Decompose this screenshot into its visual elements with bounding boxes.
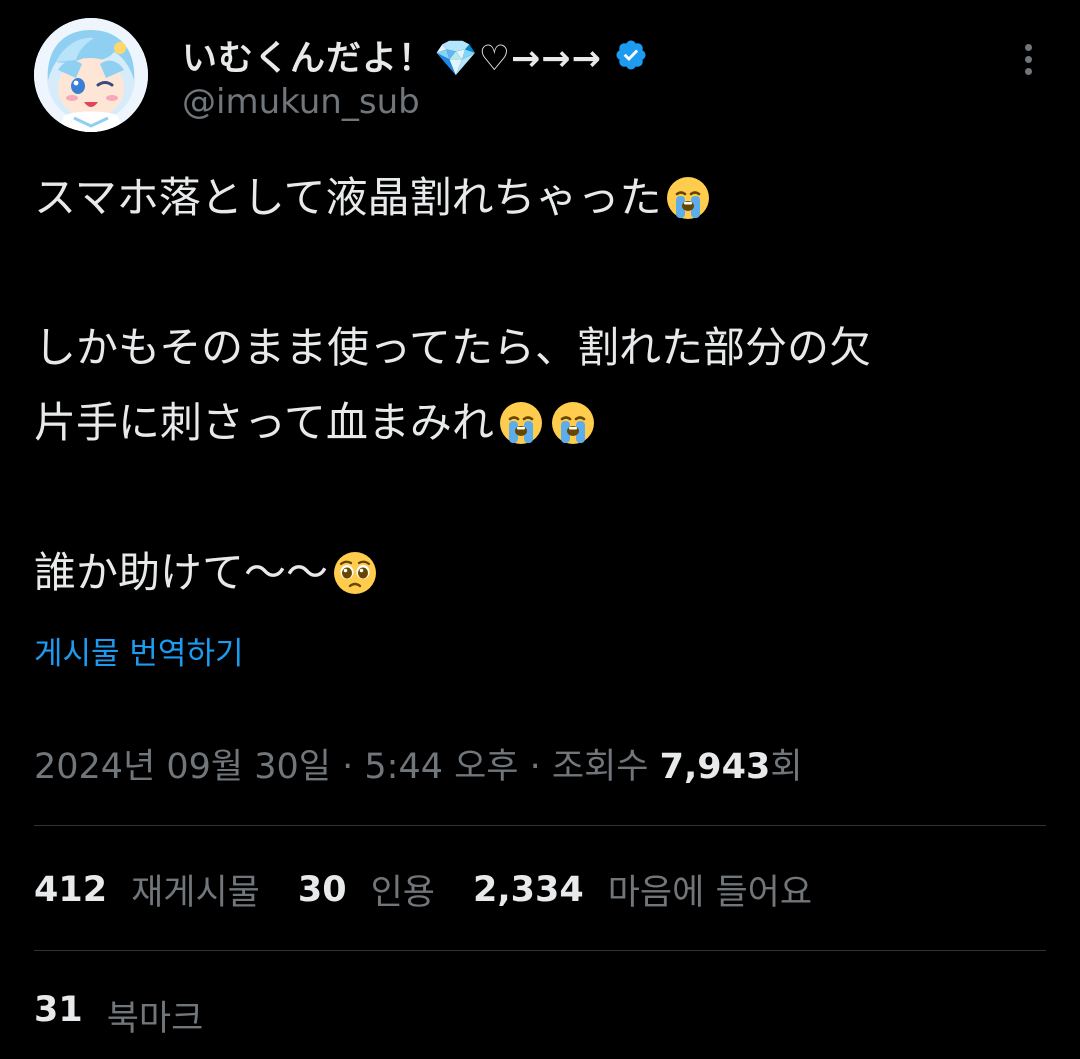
meta-separator: · [331,747,365,787]
reposts-stat[interactable]: 412 재게시물 [34,864,260,915]
crying-face-emoji-icon [663,173,713,223]
crying-face-emoji-icon [548,398,598,448]
engagement-stats: 412 재게시물 30 인용 2,334 마음에 들어요 [34,864,812,915]
anime-avatar-icon [34,18,148,132]
bookmarks-label: 북마크 [106,999,204,1039]
avatar[interactable] [34,18,148,132]
tweet-header: いむくんだよ！💎♡→→→ @imukun_sub [34,18,1046,132]
likes-count: 2,334 [473,869,584,910]
author-name-row: いむくんだよ！💎♡→→→ [182,28,648,82]
likes-stat[interactable]: 2,334 마음에 들어요 [473,864,812,915]
translate-post-link[interactable]: 게시물 번역하기 [34,628,244,673]
divider [34,950,1046,951]
bookmarks-stat[interactable]: 31 북마크 [34,990,203,1041]
quotes-stat[interactable]: 30 인용 [298,864,435,915]
quotes-count: 30 [297,869,347,910]
tweet-line: 片手に刺さって血まみれ [34,385,1044,460]
reposts-label: 재게시물 [131,873,260,913]
tweet-line: スマホ落として液晶割れちゃった [34,160,1044,235]
author-handle[interactable]: @imukun_sub [182,82,420,122]
more-vertical-icon[interactable] [1018,44,1038,84]
verified-badge-icon [616,40,646,70]
reposts-count: 412 [34,869,108,910]
tweet-line: しかもそのまま使ってたら、割れた部分の欠 [34,310,1044,385]
bookmarks-count: 31 [34,990,83,1030]
tweet-meta: 2024년 09월 30일 · 5:44 오후 · 조회수 7,943회 [34,738,803,789]
views-suffix: 회 [770,747,803,787]
views-label: 조회수 [551,747,649,787]
tweet-line-text: 誰か助けて〜〜 [34,548,329,597]
tweet-line: 誰か助けて〜〜 [34,535,1044,610]
views-count: 7,943 [659,747,771,787]
tweet-line-text: 片手に刺さって血まみれ [34,398,494,447]
tweet-line-text: スマホ落として液晶割れちゃった [34,173,662,222]
likes-label: 마음에 들어요 [607,873,813,913]
display-name[interactable]: いむくんだよ！💎♡→→→ [182,30,602,81]
tweet-text: スマホ落として液晶割れちゃった しかもそのまま使ってたら、割れた部分の欠 片手に… [34,160,1044,610]
post-time[interactable]: 5:44 오후 [364,747,518,787]
quotes-label: 인용 [370,873,435,913]
divider [34,825,1046,826]
meta-separator: · [518,747,552,787]
crying-face-emoji-icon [496,398,546,448]
post-date[interactable]: 2024년 09월 30일 [34,747,331,787]
tweet-line-text: しかもそのまま使ってたら、割れた部分の欠 [34,323,872,372]
pleading-face-emoji-icon [330,548,380,598]
